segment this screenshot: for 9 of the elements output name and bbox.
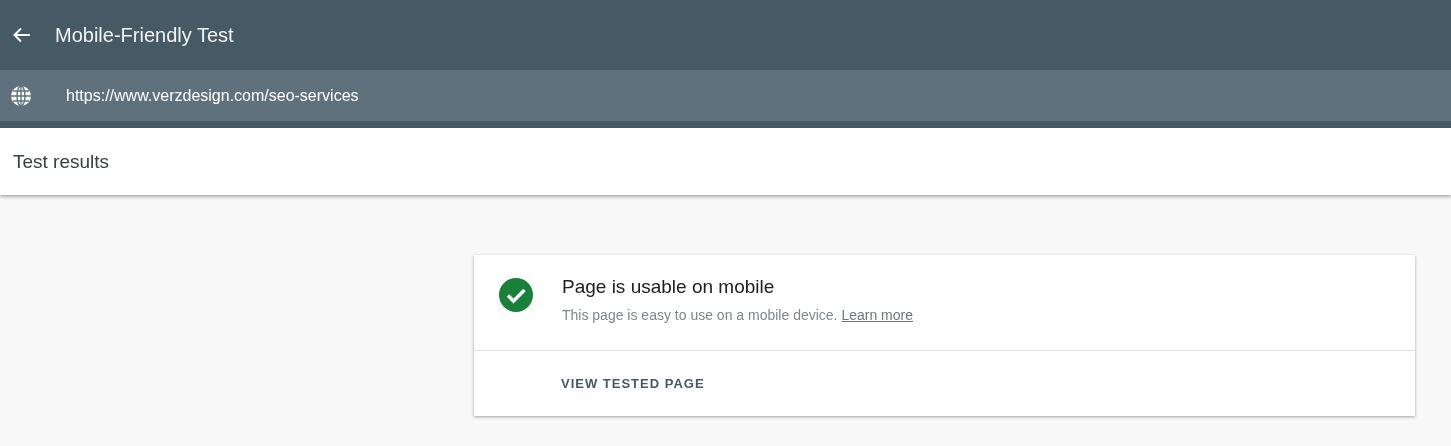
view-tested-page-button[interactable]: VIEW TESTED PAGE — [561, 376, 705, 391]
app-title: Mobile-Friendly Test — [55, 23, 234, 47]
section-title: Test results — [13, 150, 110, 173]
globe-icon — [10, 84, 32, 107]
learn-more-link[interactable]: Learn more — [841, 307, 913, 323]
result-heading: Page is usable on mobile — [562, 276, 776, 298]
result-description: This page is easy to use on a mobile device. — [562, 307, 838, 323]
url-field[interactable]: https://www.verzdesign.com/seo-services — [66, 86, 666, 105]
back-arrow-icon[interactable] — [12, 25, 32, 45]
